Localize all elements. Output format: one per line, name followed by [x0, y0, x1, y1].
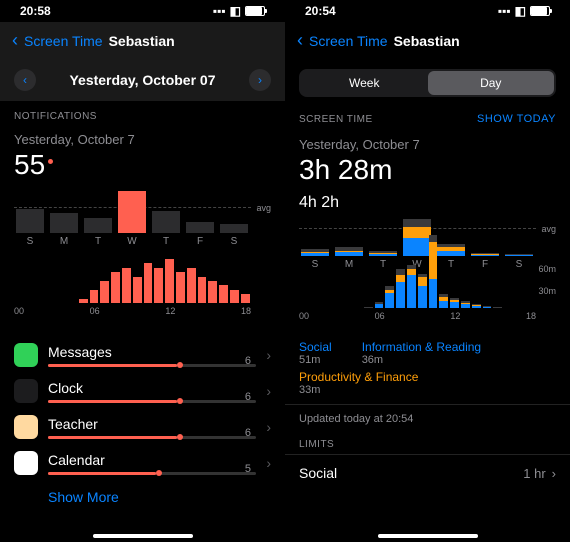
app-slider: [48, 364, 256, 367]
app-list: Messages6›Clock6›Teacher6›Calendar5›: [0, 337, 285, 481]
limits-header: LIMITS: [285, 433, 570, 454]
app-row[interactable]: Messages6 ›: [0, 337, 285, 373]
date-nav: ‹ Yesterday, October 07 ›: [0, 59, 285, 101]
app-icon: [14, 415, 38, 439]
chevron-right-icon: ›: [266, 347, 271, 363]
nav-bar: ‹ Screen Time Sebastian: [285, 22, 570, 59]
status-icons: ▪▪▪ ◧: [498, 4, 550, 18]
app-count: 6: [245, 391, 251, 403]
chevron-right-icon: ›: [266, 419, 271, 435]
app-count: 6: [245, 355, 251, 367]
date-label: Yesterday, October 07: [69, 72, 215, 88]
screentime-hour-chart[interactable]: 60m 30m 00061218: [299, 264, 556, 330]
seg-week[interactable]: Week: [301, 71, 428, 95]
app-count: 5: [245, 463, 251, 475]
wifi-icon: ◧: [515, 4, 526, 18]
back-icon[interactable]: ‹: [12, 30, 18, 51]
home-indicator[interactable]: [378, 534, 478, 538]
app-row[interactable]: Clock6 ›: [0, 373, 285, 409]
category-name: Information & Reading: [362, 340, 481, 354]
updated-label: Updated today at 20:54: [285, 404, 570, 433]
y-label: 30m: [538, 286, 556, 296]
seg-day[interactable]: Day: [428, 71, 555, 95]
battery-icon: [245, 6, 265, 16]
status-icons: ▪▪▪ ◧: [213, 4, 265, 18]
app-count: 6: [245, 427, 251, 439]
status-bar: 20:54 ▪▪▪ ◧: [285, 0, 570, 22]
app-slider: [48, 400, 256, 403]
battery-icon: [530, 6, 550, 16]
screentime-week-chart[interactable]: 4h 2h avg SMTWTFS: [299, 194, 556, 256]
signal-icon: ▪▪▪: [213, 4, 226, 18]
category-breakdown: Social51m Information & Reading36m Product…: [285, 336, 570, 404]
back-icon[interactable]: ‹: [297, 30, 303, 51]
nav-title: Sebastian: [394, 33, 460, 49]
show-more-button[interactable]: Show More: [0, 481, 285, 513]
category-time: 33m: [299, 384, 418, 396]
status-time: 20:54: [305, 4, 336, 18]
app-name: Messages: [48, 344, 256, 360]
limit-value: 1 hr ›: [523, 466, 556, 481]
app-row[interactable]: Calendar5 ›: [0, 445, 285, 481]
notifications-week-chart[interactable]: avg SMTWTFS: [14, 189, 271, 251]
phone-right: 20:54 ▪▪▪ ◧ ‹ Screen Time Sebastian Week…: [285, 0, 570, 542]
avg-label: avg: [256, 203, 271, 213]
category-item[interactable]: Information & Reading36m: [362, 340, 481, 366]
category-time: 51m: [299, 354, 332, 366]
notification-count: 55: [14, 149, 271, 181]
chevron-right-icon: ›: [552, 466, 556, 481]
category-name: Social: [299, 340, 332, 354]
category-item[interactable]: Social51m: [299, 340, 332, 366]
dot-indicator: [48, 159, 53, 164]
wifi-icon: ◧: [230, 4, 241, 18]
app-row[interactable]: Teacher6 ›: [0, 409, 285, 445]
category-item[interactable]: Productivity & Finance33m: [299, 370, 418, 396]
total-time: 3h 28m: [299, 154, 556, 186]
app-slider: [48, 436, 256, 439]
home-indicator[interactable]: [93, 534, 193, 538]
app-icon: [14, 343, 38, 367]
notifications-hour-chart[interactable]: 00061218: [14, 259, 271, 325]
section-label: SCREEN TIME: [299, 114, 373, 125]
y-label: 60m: [538, 264, 556, 274]
limit-name: Social: [299, 465, 337, 481]
app-name: Clock: [48, 380, 256, 396]
section-header-row: SCREEN TIME SHOW TODAY: [285, 107, 570, 131]
y-label: 2h: [321, 194, 339, 211]
limit-row[interactable]: Social 1 hr ›: [285, 454, 570, 491]
signal-icon: ▪▪▪: [498, 4, 511, 18]
app-slider: [48, 472, 256, 475]
nav-back-label[interactable]: Screen Time: [24, 33, 103, 49]
chevron-right-icon: ›: [266, 383, 271, 399]
y-label: 4h: [299, 194, 317, 211]
chevron-right-icon: ›: [266, 455, 271, 471]
prev-day-button[interactable]: ‹: [14, 69, 36, 91]
section-header: NOTIFICATIONS: [0, 101, 285, 126]
screentime-summary: Yesterday, October 7 3h 28m 4h 2h avg SM…: [285, 131, 570, 336]
summary-subtitle: Yesterday, October 7: [14, 132, 271, 147]
notifications-summary: Yesterday, October 7 55 avg SMTWTFS 0006…: [0, 126, 285, 331]
category-time: 36m: [362, 354, 481, 366]
show-today-button[interactable]: SHOW TODAY: [477, 113, 556, 125]
category-name: Productivity & Finance: [299, 370, 418, 384]
nav-back-label[interactable]: Screen Time: [309, 33, 388, 49]
avg-label: avg: [541, 224, 556, 234]
app-name: Teacher: [48, 416, 256, 432]
summary-subtitle: Yesterday, October 7: [299, 137, 556, 152]
nav-bar: ‹ Screen Time Sebastian: [0, 22, 285, 59]
app-icon: [14, 451, 38, 475]
app-icon: [14, 379, 38, 403]
nav-title: Sebastian: [109, 33, 175, 49]
segmented-control: Week Day: [299, 69, 556, 97]
next-day-button[interactable]: ›: [249, 69, 271, 91]
phone-left: 20:58 ▪▪▪ ◧ ‹ Screen Time Sebastian ‹ Ye…: [0, 0, 285, 542]
status-bar: 20:58 ▪▪▪ ◧: [0, 0, 285, 22]
app-name: Calendar: [48, 452, 256, 468]
status-time: 20:58: [20, 4, 51, 18]
